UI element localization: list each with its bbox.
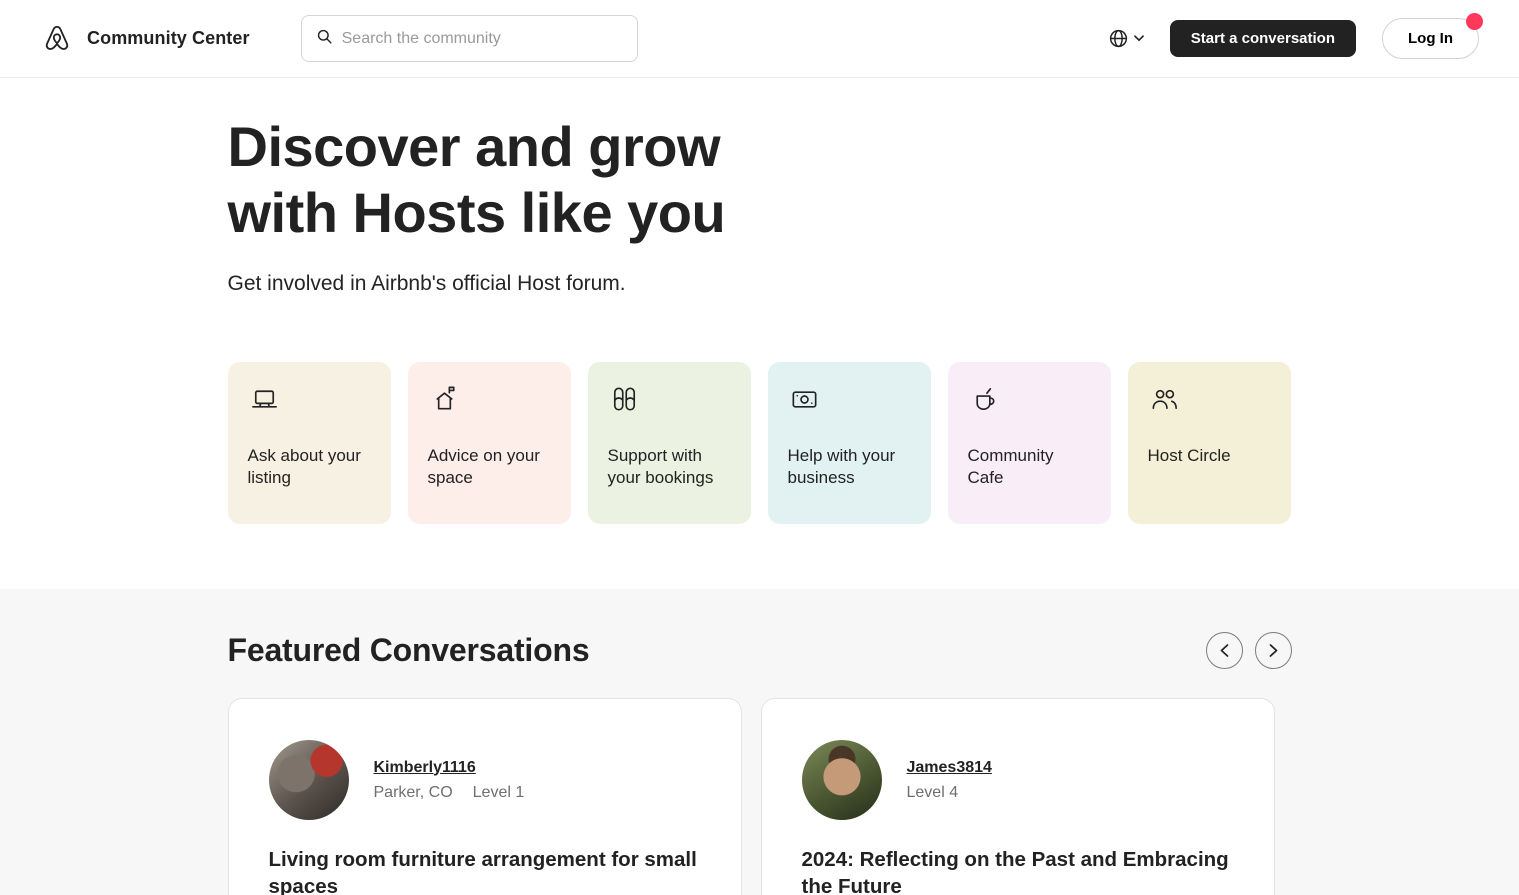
- user-location: Parker, CO: [373, 783, 453, 801]
- house-icon: [435, 386, 455, 410]
- login-button[interactable]: Log In: [1382, 13, 1483, 59]
- category-label: Help with your business: [787, 446, 896, 488]
- brand-title: Community Center: [87, 28, 250, 48]
- category-support-with-your-bookings[interactable]: Support with your bookings: [587, 362, 751, 525]
- hero-title: Discover and grow with Hosts like you: [228, 114, 1292, 245]
- hero-title-line2: with Hosts like you: [227, 180, 726, 244]
- header-actions: Start a conversation Log In: [1108, 13, 1483, 59]
- category-ask-about-your-listing[interactable]: Ask about your listing: [227, 362, 391, 525]
- user-meta: Parker, CO Level 1: [374, 784, 525, 802]
- chevron-left-icon: [1220, 644, 1228, 657]
- featured-card-row: Kimberly1116 Parker, CO Level 1 Living r…: [227, 698, 1292, 895]
- conversation-card[interactable]: James3814 Level 4 2024: Reflecting on th…: [760, 698, 1275, 895]
- laptop-icon: [251, 390, 277, 408]
- people-icon: [1152, 389, 1177, 410]
- category-help-with-your-business[interactable]: Help with your business: [767, 362, 931, 525]
- chevron-right-icon: [1269, 644, 1277, 657]
- community-center-home-link[interactable]: Community Center: [40, 21, 250, 57]
- conversation-title-link[interactable]: Living room furniture arrangement for sm…: [269, 846, 701, 895]
- top-header: Community Center Start a conversation Lo…: [0, 0, 1519, 78]
- conversation-title-link[interactable]: 2024: Reflecting on the Past and Embraci…: [802, 846, 1234, 895]
- carousel-prev-button[interactable]: [1205, 632, 1243, 670]
- login-label: Log In: [1408, 30, 1453, 47]
- category-label: Support with your bookings: [607, 446, 714, 488]
- user-meta: Level 4: [907, 784, 992, 802]
- category-card-row: Ask about your listing Advice on your sp…: [227, 362, 1292, 525]
- user-avatar[interactable]: [268, 740, 349, 821]
- hero-title-line1: Discover and grow: [227, 115, 721, 178]
- start-conversation-button[interactable]: Start a conversation: [1169, 20, 1356, 57]
- banknote-icon: [792, 391, 816, 408]
- username-link[interactable]: James3814: [907, 759, 992, 777]
- search-input[interactable]: [341, 29, 623, 48]
- user-level: Level 4: [906, 783, 959, 801]
- coffee-cup-icon: [975, 388, 995, 411]
- hero-section: Discover and grow with Hosts like you Ge…: [227, 78, 1292, 525]
- airbnb-logo-icon: [40, 21, 74, 57]
- category-host-circle[interactable]: Host Circle: [1127, 362, 1291, 525]
- category-label: Advice on your space: [427, 446, 540, 488]
- globe-icon: [1109, 29, 1127, 48]
- carousel-nav: [1205, 632, 1292, 670]
- category-label: Host Circle: [1147, 446, 1231, 466]
- language-selector-button[interactable]: [1108, 28, 1144, 49]
- community-search-box: [300, 15, 638, 62]
- notification-dot: [1466, 13, 1483, 30]
- hero-subtitle: Get involved in Airbnb's official Host f…: [227, 272, 626, 296]
- category-advice-on-your-space[interactable]: Advice on your space: [407, 362, 571, 525]
- featured-conversations-section: Featured Conversations Kimberly1116 Park…: [0, 589, 1519, 895]
- category-label: Community Cafe: [967, 446, 1054, 488]
- username-link[interactable]: Kimberly1116: [374, 759, 525, 777]
- featured-conversations-title: Featured Conversations: [227, 632, 590, 669]
- conversation-card[interactable]: Kimberly1116 Parker, CO Level 1 Living r…: [227, 698, 742, 895]
- slippers-icon: [613, 387, 635, 411]
- category-community-cafe[interactable]: Community Cafe: [947, 362, 1111, 525]
- chevron-down-icon: [1133, 35, 1144, 42]
- user-level: Level 1: [472, 783, 525, 801]
- search-icon: [316, 28, 333, 50]
- carousel-next-button[interactable]: [1254, 632, 1292, 670]
- user-avatar[interactable]: [801, 740, 882, 821]
- category-label: Ask about your listing: [247, 446, 361, 488]
